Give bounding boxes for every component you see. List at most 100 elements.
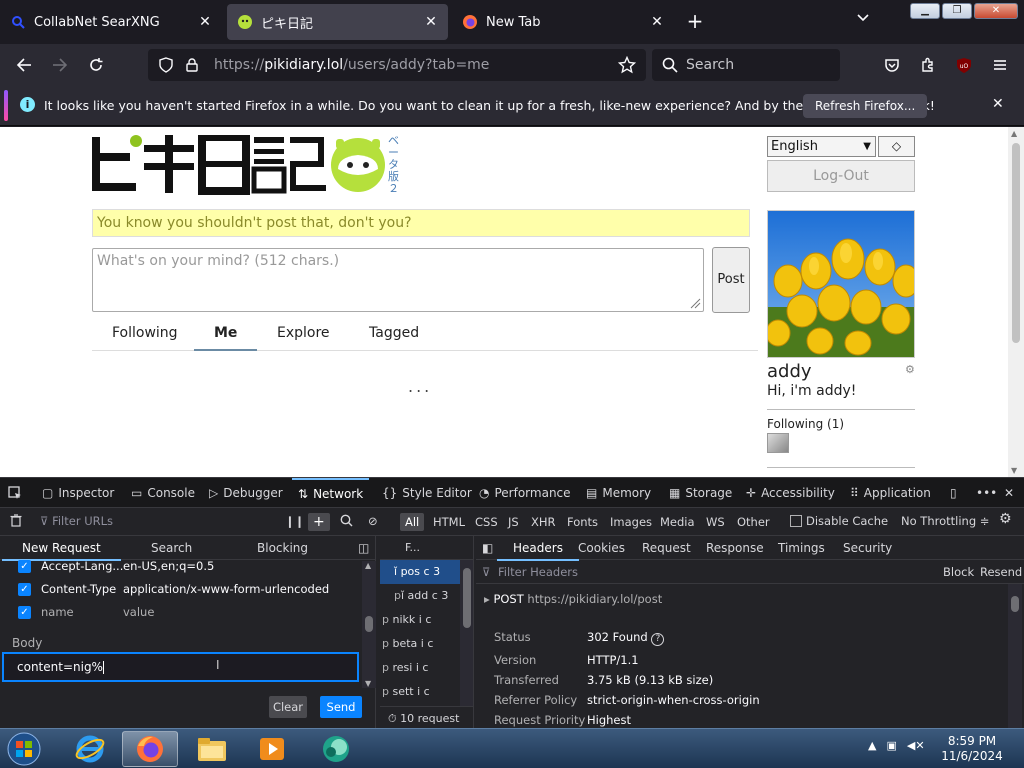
clear-button[interactable]: Clear (269, 696, 307, 718)
tab-cookies[interactable]: Cookies (578, 541, 625, 555)
language-select[interactable]: English ▼ (767, 136, 876, 157)
disable-cache-checkbox[interactable]: Disable Cache (790, 514, 888, 528)
tab-new-tab[interactable]: New Tab ✕ (452, 4, 674, 40)
gear-icon[interactable]: ⚙ (905, 363, 915, 376)
header-row[interactable]: ✓ Content-Type application/x-www-form-ur… (18, 579, 329, 599)
pocket-icon[interactable] (880, 53, 904, 77)
checkbox-checked-icon[interactable]: ✓ (18, 605, 31, 619)
header-key-placeholder[interactable]: name (41, 605, 123, 619)
request-line[interactable]: ▸ POST https://pikidiary.lol/post (484, 592, 662, 606)
close-icon[interactable]: ✕ (196, 13, 214, 31)
request-row[interactable]: p sett i c (380, 680, 460, 704)
column-header-file[interactable]: F... (380, 536, 473, 560)
restore-button[interactable]: ❐ (942, 3, 972, 19)
extensions-icon[interactable] (916, 53, 940, 77)
following-avatar[interactable] (767, 433, 789, 453)
following-count[interactable]: Following (1) (767, 417, 844, 431)
filter-headers-input[interactable]: ⊽ Filter Headers Block Resend (476, 560, 1024, 584)
type-filter-js[interactable]: JS (503, 513, 524, 531)
tab-headers[interactable]: Headers (497, 541, 579, 561)
tab-timings[interactable]: Timings (778, 541, 825, 555)
request-row[interactable]: pǐ add c 3 (380, 584, 460, 608)
trash-icon[interactable] (10, 514, 22, 530)
tab-tagged[interactable]: Tagged (369, 325, 419, 341)
close-icon[interactable]: ✕ (422, 13, 440, 31)
resize-handle-icon[interactable] (689, 297, 701, 309)
body-input[interactable]: content=nig% (2, 652, 359, 682)
volume-muted-icon[interactable]: ◀✕ (907, 739, 925, 752)
file-explorer-icon[interactable] (184, 731, 240, 767)
header-value-placeholder[interactable]: value (123, 605, 154, 619)
type-filter-images[interactable]: Images (605, 513, 657, 531)
help-icon[interactable]: ? (651, 633, 665, 646)
type-filter-media[interactable]: Media (655, 513, 700, 531)
ublock-origin-icon[interactable]: uO (952, 53, 976, 77)
tab-application[interactable]: ⠿ Application (850, 478, 931, 508)
close-icon[interactable]: ✕ (1004, 478, 1014, 508)
internet-explorer-icon[interactable] (62, 731, 118, 767)
close-icon[interactable]: ✕ (992, 96, 1004, 112)
scrollbar-thumb[interactable] (463, 568, 471, 628)
network-status-icon[interactable]: ▣ (886, 739, 896, 752)
url-bar[interactable]: https://pikidiary.lol/users/addy?tab=me (148, 49, 646, 81)
type-filter-css[interactable]: CSS (470, 513, 503, 531)
avatar[interactable] (767, 210, 915, 358)
media-player-icon[interactable] (244, 731, 300, 767)
resend-button[interactable]: Resend (980, 565, 1022, 579)
scroll-down-icon[interactable]: ▼ (1011, 466, 1017, 475)
start-button[interactable] (4, 731, 44, 767)
header-value[interactable]: en-US,en;q=0.5 (123, 559, 214, 573)
new-request-button[interactable]: + (308, 513, 330, 531)
tab-inspector[interactable]: ▢ Inspector (42, 478, 114, 508)
tab-style-editor[interactable]: {} Style Editor (382, 478, 472, 508)
shield-icon[interactable] (156, 57, 176, 73)
scroll-down-icon[interactable]: ▼ (365, 679, 371, 688)
logout-button[interactable]: Log-Out (767, 160, 915, 192)
tab-search[interactable]: Search (151, 541, 192, 555)
header-value[interactable]: application/x-www-form-urlencoded (123, 582, 329, 596)
app-icon[interactable] (308, 731, 364, 767)
request-list-scrollbar[interactable] (460, 560, 473, 706)
block-icon[interactable]: ⊘ (368, 514, 378, 528)
gear-icon[interactable]: ⚙ (999, 511, 1012, 527)
firefox-taskbar-icon[interactable] (122, 731, 178, 767)
request-row[interactable]: p nikk i c (380, 608, 460, 632)
type-filter-all[interactable]: All (400, 513, 425, 531)
scrollbar-thumb[interactable] (365, 616, 373, 632)
request-row[interactable]: p beta i c (380, 632, 460, 656)
block-button[interactable]: Block (943, 565, 974, 579)
tab-blocking[interactable]: Blocking (257, 541, 308, 555)
tab-pikidiary[interactable]: ピキ日記 ✕ (227, 4, 448, 40)
close-window-button[interactable]: ✕ (974, 3, 1018, 19)
checkbox-checked-icon[interactable]: ✓ (18, 582, 31, 596)
tab-console[interactable]: ▭ Console (131, 478, 195, 508)
tab-performance[interactable]: ◔ Performance (479, 478, 571, 508)
tab-explore[interactable]: Explore (277, 325, 330, 341)
show-hidden-icons-icon[interactable]: ▲ (868, 739, 876, 752)
element-picker-icon[interactable] (8, 478, 22, 508)
tab-debugger[interactable]: ▷ Debugger (209, 478, 283, 508)
reload-icon[interactable] (84, 53, 108, 77)
tab-memory[interactable]: ▤ Memory (586, 478, 651, 508)
menu-hamburger-icon[interactable] (988, 53, 1012, 77)
scrollbar-thumb[interactable] (1012, 143, 1020, 343)
header-row[interactable]: ✓ Accept-Lang... en-US,en;q=0.5 (18, 556, 214, 576)
scroll-up-icon[interactable]: ▲ (1011, 129, 1017, 138)
tab-request[interactable]: Request (642, 541, 691, 555)
checkbox-checked-icon[interactable]: ✓ (18, 559, 31, 573)
pikidiary-logo[interactable]: ベータ版２ (92, 133, 402, 198)
send-button[interactable]: Send (320, 696, 362, 718)
close-icon[interactable]: ✕ (648, 13, 666, 31)
throttling-select[interactable]: No Throttling ≑ (901, 514, 989, 528)
lock-icon[interactable] (182, 58, 202, 72)
search-bar[interactable]: Search (652, 49, 840, 81)
forward-icon[interactable] (48, 53, 72, 77)
system-clock[interactable]: 8:59 PM 11/6/2024 (940, 734, 1004, 764)
refresh-firefox-button[interactable]: Refresh Firefox... (803, 94, 928, 118)
minimize-button[interactable]: ▁ (910, 3, 940, 19)
post-textarea[interactable]: What's on your mind? (512 chars.) (92, 248, 704, 312)
header-key[interactable]: Accept-Lang... (41, 559, 123, 573)
page-scrollbar[interactable]: ▲ ▼ (1008, 127, 1024, 477)
tab-network[interactable]: ⇅ Network (292, 478, 370, 508)
type-filter-xhr[interactable]: XHR (526, 513, 561, 531)
